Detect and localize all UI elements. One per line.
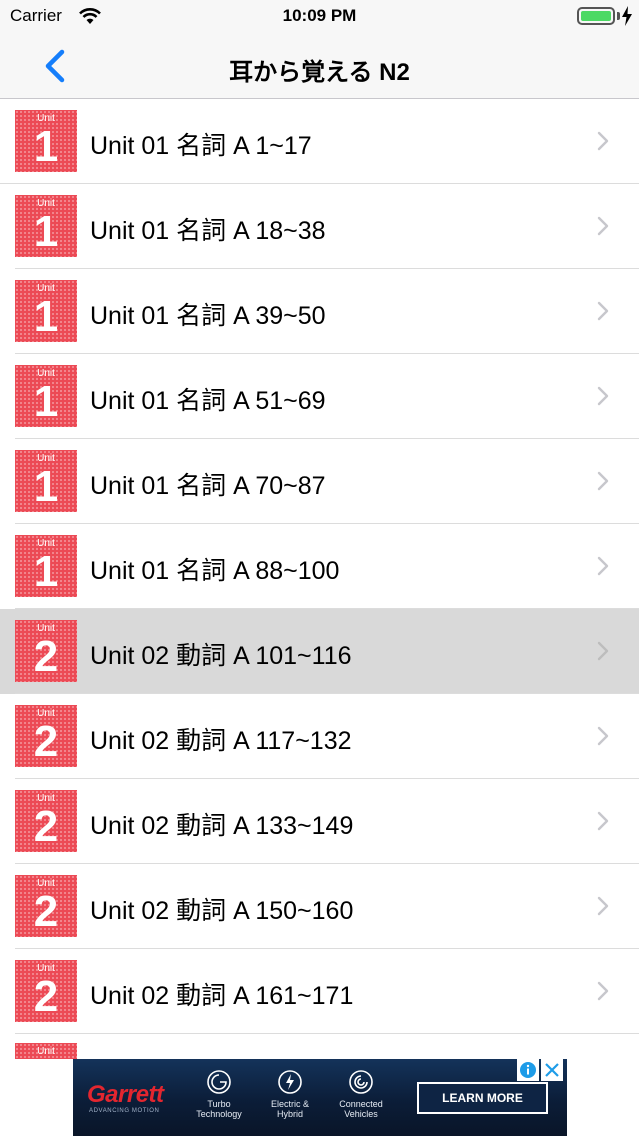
list-item-label: Unit 01 名詞 A 70~87 [90,472,326,500]
unit-badge-caption: Unit [37,1046,55,1057]
unit-badge: Unit 2 [15,705,77,767]
unit-badge: Unit 1 [15,195,77,257]
unit-badge-number: 2 [33,887,59,936]
list-item-label: Unit 02 動詞 A 101~116 [90,642,352,670]
list-item-label: Unit 01 名詞 A 51~69 [90,387,326,415]
battery-nub [617,12,620,20]
ad-info-button[interactable] [517,1059,539,1081]
list-item[interactable]: Unit 1 Unit 01 名詞 A 39~50 [0,269,639,354]
chevron-right-icon [597,981,609,1001]
chevron-right-icon [597,131,609,151]
unit-badge: Unit 1 [15,535,77,597]
unit-badge-number: 1 [33,122,59,171]
turbo-icon [207,1070,231,1094]
electric-icon [278,1070,302,1094]
chevron-right-icon [597,471,609,491]
chevron-right-icon [597,301,609,321]
unit-badge: Unit 1 [15,280,77,342]
learn-more-button[interactable]: LEARN MORE [417,1082,548,1114]
list-item[interactable]: Unit 2 Unit 02 動詞 A 150~160 [0,864,639,949]
chevron-right-icon [597,216,609,236]
lesson-list[interactable]: Unit 1 Unit 01 名詞 A 1~17 Unit 1 Unit 01 名詞 A … [0,99,639,1059]
unit-badge: Unit 1 [15,450,77,512]
ad-feature-electric: Electric & Hybrid [255,1069,325,1119]
unit-badge-number: 2 [33,717,59,766]
unit-badge-number: 1 [33,462,59,511]
unit-badge: Unit [15,1043,77,1059]
battery-icon [577,7,615,25]
list-item-label: Unit 01 名詞 A 88~100 [90,557,340,585]
close-icon [545,1063,559,1077]
unit-badge-number: 2 [33,802,59,851]
unit-badge-number: 1 [33,292,59,341]
unit-badge-number: 1 [33,547,59,596]
battery-level [581,11,611,21]
ad-banner[interactable]: Garrett ADVANCING MOTION Turbo Technolog… [73,1059,567,1136]
unit-badge: Unit 2 [15,790,77,852]
list-item-label: Unit 01 名詞 A 1~17 [90,132,312,160]
list-item-label: Unit 02 動詞 A 133~149 [90,812,354,840]
ad-feature-turbo: Turbo Technology [184,1069,254,1119]
list-item[interactable]: Unit 2 Unit 02 動詞 A 117~132 [0,694,639,779]
ad-feature-line2: Vehicles [344,1109,378,1119]
unit-badge: Unit 2 [15,620,77,682]
page-title: 耳から覚える N2 [229,59,410,86]
ad-feature-line2: Technology [196,1109,242,1119]
chevron-right-icon [597,556,609,576]
ad-feature-line1: Connected [339,1099,383,1109]
unit-badge-number: 2 [33,972,59,1021]
chevron-right-icon [597,641,609,661]
status-bar: Carrier 10:09 PM [0,0,639,33]
list-item[interactable]: Unit 1 Unit 01 名詞 A 1~17 [0,99,639,184]
charging-bolt-icon [622,6,632,26]
chevron-right-icon [597,896,609,916]
list-item-label: Unit 01 名詞 A 18~38 [90,217,326,245]
partial-list-item[interactable]: Unit [0,1020,639,1059]
ad-area: Garrett ADVANCING MOTION Turbo Technolog… [0,1059,639,1136]
info-icon [520,1062,536,1078]
unit-badge: Unit 2 [15,875,77,937]
ad-feature-line2: Hybrid [276,1109,303,1119]
list-item[interactable]: Unit 1 Unit 01 名詞 A 18~38 [0,184,639,269]
ad-feature-line1: Electric & [270,1099,309,1109]
unit-badge: Unit 2 [15,960,77,1022]
navigation-bar: 耳から覚える N2 [0,33,639,99]
chevron-right-icon [597,811,609,831]
list-item[interactable]: Unit 1 Unit 01 名詞 A 70~87 [0,439,639,524]
status-time: 10:09 PM [282,6,357,25]
list-item[interactable]: Unit 1 Unit 01 名詞 A 88~100 [0,524,639,609]
list-item-label: Unit 02 動詞 A 150~160 [90,897,354,925]
unit-badge: Unit 1 [15,365,77,427]
unit-badge-number: 1 [33,377,59,426]
list-item-label: Unit 02 動詞 A 117~132 [90,727,352,755]
ad-feature-connected: Connected Vehicles [326,1069,396,1119]
ad-feature-line1: Turbo [207,1099,231,1109]
list-item-label: Unit 01 名詞 A 39~50 [90,302,326,330]
list-item-label: Unit 02 動詞 A 161~171 [90,982,354,1010]
ad-close-button[interactable] [541,1059,563,1081]
list-item[interactable]: Unit 2 Unit 02 動詞 A 101~116 [0,609,639,694]
unit-badge-number: 2 [33,632,59,681]
ad-brand-logo: Garrett [87,1081,164,1108]
unit-badge-number: 1 [33,207,59,256]
ad-tagline: ADVANCING MOTION [89,1108,160,1114]
connected-icon [349,1070,373,1094]
chevron-right-icon [597,386,609,406]
chevron-right-icon [597,726,609,746]
unit-badge: Unit 1 [15,110,77,172]
list-item[interactable]: Unit 1 Unit 01 名詞 A 51~69 [0,354,639,439]
list-item[interactable]: Unit 2 Unit 02 動詞 A 133~149 [0,779,639,864]
